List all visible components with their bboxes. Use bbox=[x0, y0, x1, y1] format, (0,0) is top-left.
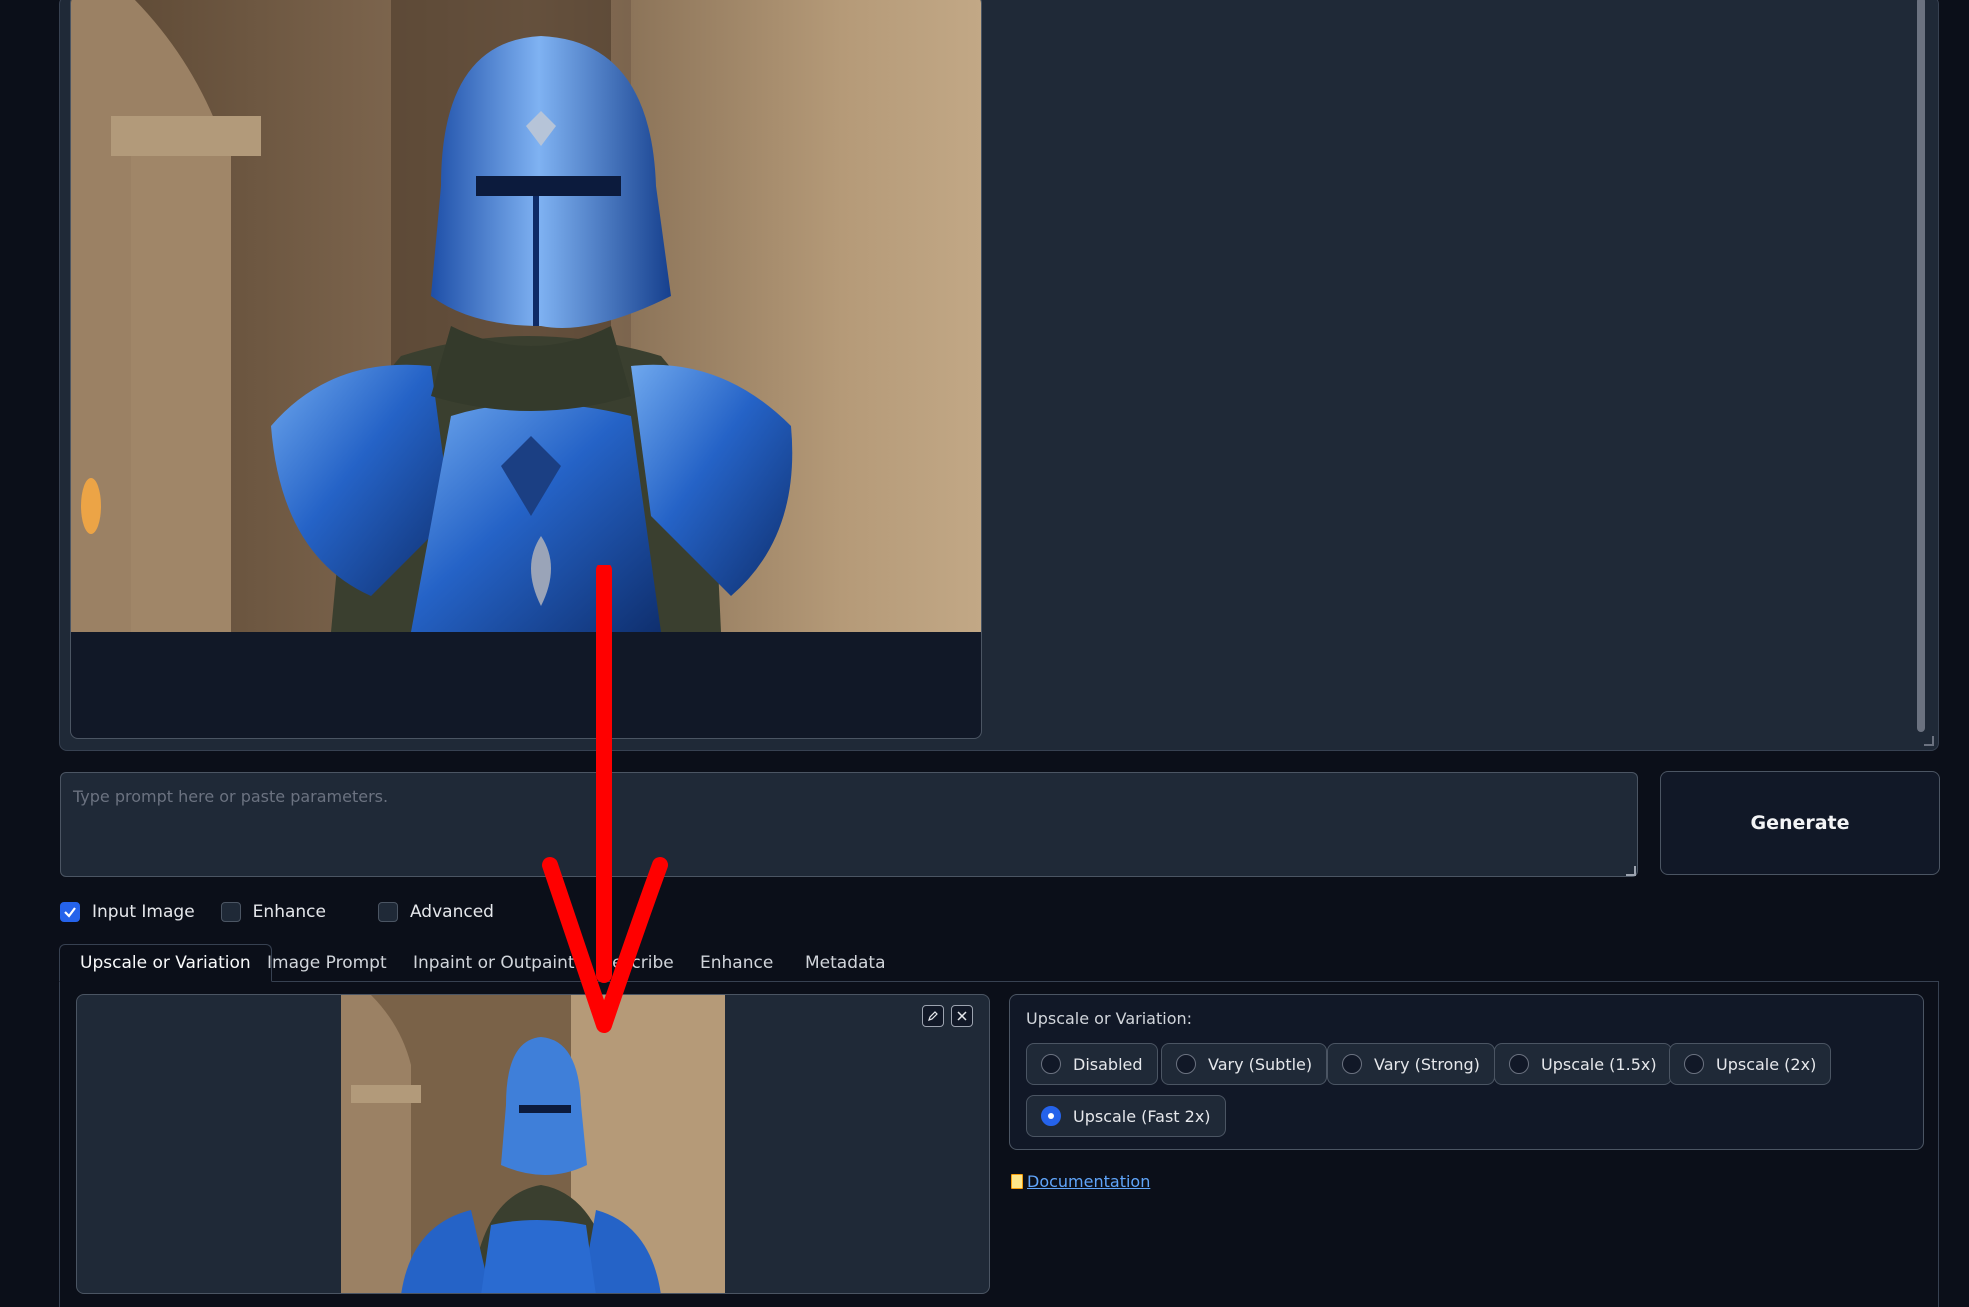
radio-upscale-fast-2x[interactable]: Upscale (Fast 2x) bbox=[1026, 1095, 1226, 1137]
gallery-scrollbar[interactable] bbox=[1914, 0, 1928, 741]
close-icon bbox=[957, 1011, 967, 1021]
edit-image-button[interactable] bbox=[922, 1005, 944, 1027]
radio-label: Upscale (Fast 2x) bbox=[1073, 1106, 1211, 1126]
documentation-label: Documentation bbox=[1027, 1172, 1151, 1191]
tab-enhance[interactable]: Enhance bbox=[700, 944, 773, 982]
tab-label: Inpaint or Outpaint bbox=[413, 953, 575, 973]
enhance-label: Enhance bbox=[252, 902, 326, 922]
clear-image-button[interactable] bbox=[951, 1005, 973, 1027]
radio-unselected-icon[interactable] bbox=[1176, 1054, 1196, 1074]
upscale-tab-panel: Upscale or Variation: Disabled Vary (Sub… bbox=[59, 982, 1939, 1307]
checkbox-unchecked-icon[interactable] bbox=[220, 902, 241, 922]
gallery-scrollbar-thumb[interactable] bbox=[1917, 0, 1925, 732]
input-image-dropzone[interactable] bbox=[76, 994, 990, 1294]
resize-handle-icon[interactable] bbox=[1924, 736, 1934, 746]
radio-upscale-1-5x[interactable]: Upscale (1.5x) bbox=[1494, 1043, 1672, 1085]
advanced-label: Advanced bbox=[409, 902, 494, 922]
radio-upscale-2x[interactable]: Upscale (2x) bbox=[1669, 1043, 1832, 1085]
gallery-panel bbox=[59, 0, 1939, 751]
radio-vary-subtle[interactable]: Vary (Subtle) bbox=[1161, 1043, 1328, 1085]
input-image-checkbox[interactable]: Input Image bbox=[60, 902, 195, 922]
generated-image-preview[interactable] bbox=[70, 0, 982, 739]
tab-label: Upscale or Variation bbox=[80, 953, 251, 973]
tab-image-prompt[interactable]: Image Prompt bbox=[267, 944, 387, 982]
textarea-resize-icon[interactable] bbox=[1626, 866, 1636, 876]
radio-disabled[interactable]: Disabled bbox=[1026, 1043, 1158, 1085]
tab-label: Metadata bbox=[805, 953, 886, 973]
app-page: Generate Input Image Enhance Advanced Up… bbox=[0, 0, 1969, 1307]
radio-unselected-icon[interactable] bbox=[1041, 1054, 1061, 1074]
tab-label: Image Prompt bbox=[267, 953, 387, 973]
pencil-icon bbox=[928, 1011, 938, 1021]
radio-label: Upscale (1.5x) bbox=[1541, 1054, 1657, 1074]
options-row: Input Image Enhance Advanced bbox=[60, 900, 494, 924]
document-icon bbox=[1011, 1174, 1023, 1189]
checkbox-unchecked-icon[interactable] bbox=[377, 902, 398, 922]
tab-describe[interactable]: Describe bbox=[599, 944, 674, 982]
radio-label: Vary (Strong) bbox=[1374, 1054, 1480, 1074]
radio-unselected-icon[interactable] bbox=[1684, 1054, 1704, 1074]
radio-unselected-icon[interactable] bbox=[1509, 1054, 1529, 1074]
tab-upscale-or-variation[interactable]: Upscale or Variation bbox=[59, 944, 272, 982]
radio-unselected-icon[interactable] bbox=[1342, 1054, 1362, 1074]
documentation-link[interactable]: Documentation bbox=[1011, 1172, 1150, 1191]
tab-metadata[interactable]: Metadata bbox=[805, 944, 886, 982]
radio-label: Disabled bbox=[1073, 1054, 1143, 1074]
generate-button[interactable]: Generate bbox=[1660, 771, 1940, 875]
tab-label: Enhance bbox=[700, 953, 774, 973]
input-image-label: Input Image bbox=[92, 902, 195, 922]
upscale-variation-group: Upscale or Variation: Disabled Vary (Sub… bbox=[1009, 994, 1924, 1150]
prompt-input[interactable] bbox=[60, 772, 1638, 877]
radio-selected-icon[interactable] bbox=[1041, 1106, 1061, 1126]
tab-inpaint-or-outpaint[interactable]: Inpaint or Outpaint bbox=[413, 944, 575, 982]
enhance-checkbox[interactable]: Enhance bbox=[220, 902, 326, 922]
upscale-variation-title: Upscale or Variation: bbox=[1026, 1009, 1193, 1028]
tab-bar: Upscale or Variation Image Prompt Inpain… bbox=[59, 944, 1939, 982]
checkbox-checked-icon[interactable] bbox=[60, 902, 80, 922]
advanced-checkbox[interactable]: Advanced bbox=[377, 902, 494, 922]
radio-label: Upscale (2x) bbox=[1716, 1054, 1817, 1074]
input-image-thumbnail bbox=[341, 995, 725, 1293]
radio-label: Vary (Subtle) bbox=[1208, 1054, 1313, 1074]
tab-label: Describe bbox=[599, 953, 674, 973]
radio-vary-strong[interactable]: Vary (Strong) bbox=[1327, 1043, 1495, 1085]
blue-knight-image bbox=[71, 0, 981, 632]
